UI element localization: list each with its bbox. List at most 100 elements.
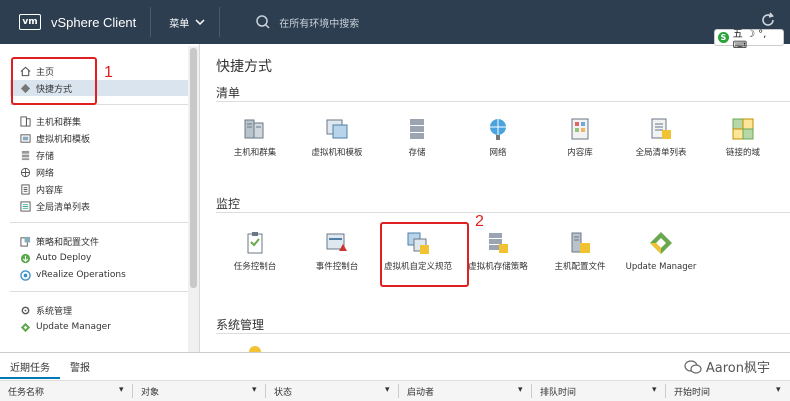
sidebar-item-content-library[interactable]: 内容库 xyxy=(20,181,63,197)
tile-label: 主机配置文件 xyxy=(554,262,606,272)
vm-icon xyxy=(20,133,31,143)
sidebar-item-label: 策略和配置文件 xyxy=(36,237,100,248)
vmware-logo[interactable]: vm xyxy=(19,14,41,30)
app-title: vSphere Client xyxy=(51,14,137,30)
tile-event-console[interactable]: 事件控制台 xyxy=(300,230,374,272)
network-icon xyxy=(490,119,506,140)
event-console-icon xyxy=(326,233,347,251)
tile-vm-storage-policies[interactable]: 虚拟机存储策略 xyxy=(461,230,535,272)
hosts-icon xyxy=(20,115,31,127)
main-content: 快捷方式 清单 主机和群集 虚拟机和模板 存储 网络 内容库 全局清单列表 链接… xyxy=(200,44,790,352)
tile-label: 存储 xyxy=(408,148,426,158)
sidebar-item-label: 全局清单列表 xyxy=(36,202,91,213)
gear-icon xyxy=(249,346,261,352)
menu-button[interactable]: 菜单 xyxy=(169,15,205,30)
sidebar-item-network[interactable]: 网络 xyxy=(20,164,54,180)
search-input[interactable]: 在所有环境中搜索 xyxy=(279,15,359,30)
topbar-separator xyxy=(150,7,152,37)
annotation-number-2: 2 xyxy=(475,213,484,230)
sidebar-item-global-inventory[interactable]: 全局清单列表 xyxy=(20,198,90,214)
sidebar-item-vms-templates[interactable]: 虚拟机和模板 xyxy=(20,130,90,146)
filter-dropdown-icon[interactable]: ▾ xyxy=(119,385,124,395)
filter-dropdown-icon[interactable]: ▾ xyxy=(385,385,390,395)
sidebar-item-vrealize-operations[interactable]: vRealize Operations xyxy=(20,267,126,283)
sidebar-item-policies-profiles[interactable]: 策略和配置文件 xyxy=(20,233,99,249)
section-rule xyxy=(216,101,790,102)
sidebar-item-update-manager[interactable]: Update Manager xyxy=(20,319,111,335)
tile-label: 内容库 xyxy=(567,148,593,158)
column-label: 排队时间 xyxy=(540,388,577,398)
tab-alarms[interactable]: 警报 xyxy=(60,353,100,379)
global-inventory-icon xyxy=(651,118,671,139)
tile-storage[interactable]: 存储 xyxy=(380,116,454,158)
network-icon xyxy=(20,167,31,177)
tile-linked-domains[interactable]: 链接的域 xyxy=(706,116,780,158)
linked-domains-icon xyxy=(732,118,754,140)
column-separator xyxy=(665,384,666,398)
tile-global-inventory[interactable]: 全局清单列表 xyxy=(624,116,698,158)
watermark: Aaron枫宇 xyxy=(684,357,770,376)
global-search[interactable]: 在所有环境中搜索 xyxy=(255,14,359,30)
sidebar-item-label: Update Manager xyxy=(36,322,111,332)
tile-label: 网络 xyxy=(489,148,507,158)
update-manager-icon xyxy=(650,232,672,254)
storage-policy-icon xyxy=(489,233,508,253)
bottom-tabs: 近期任务 警报 xyxy=(0,353,100,379)
column-target[interactable]: 对象 xyxy=(141,385,159,398)
watermark-text: Aaron枫宇 xyxy=(705,361,770,376)
tile-update-manager[interactable]: Update Manager xyxy=(624,230,698,272)
list-icon xyxy=(20,200,31,212)
sidebar-item-label: 内容库 xyxy=(36,185,64,196)
column-separator xyxy=(531,384,532,398)
tile-task-console[interactable]: 任务控制台 xyxy=(218,230,292,272)
sidebar-item-label: 系统管理 xyxy=(36,306,73,317)
sidebar-item-administration[interactable]: 系统管理 xyxy=(20,302,72,318)
filter-dropdown-icon[interactable]: ▾ xyxy=(518,385,523,395)
auto-deploy-icon xyxy=(20,253,31,263)
section-title-inventory: 清单 xyxy=(216,86,241,100)
section-rule xyxy=(216,333,790,334)
vrealize-icon xyxy=(20,269,31,281)
tile-host-profiles[interactable]: 主机配置文件 xyxy=(543,230,617,272)
sidebar-item-storage[interactable]: 存储 xyxy=(20,147,54,163)
sidebar-item-hosts-clusters[interactable]: 主机和群集 xyxy=(20,113,81,129)
tab-recent-tasks[interactable]: 近期任务 xyxy=(0,353,60,379)
vms-templates-icon xyxy=(326,119,348,139)
tile-hosts-clusters[interactable]: 主机和群集 xyxy=(218,116,292,158)
policy-icon xyxy=(20,236,31,247)
tile-label: 虚拟机和模板 xyxy=(311,148,363,158)
column-status[interactable]: 状态 xyxy=(274,385,292,398)
tile-content-library[interactable]: 内容库 xyxy=(543,116,617,158)
filter-dropdown-icon[interactable]: ▾ xyxy=(252,385,257,395)
filter-dropdown-icon[interactable]: ▾ xyxy=(652,385,657,395)
sidebar-divider xyxy=(10,291,188,292)
column-label: 对象 xyxy=(141,388,160,398)
column-label: 开始时间 xyxy=(674,388,711,398)
bottom-panel: 近期任务 警报 任务名称 ▾ 对象 ▾ 状态 ▾ 启动者 ▾ 排队时间 ▾ 开始… xyxy=(0,352,790,401)
section-rule xyxy=(216,212,790,213)
sidebar-scroll-thumb[interactable] xyxy=(190,48,197,288)
column-task-name[interactable]: 任务名称 xyxy=(8,385,44,398)
sidebar-item-label: 存储 xyxy=(36,151,55,162)
search-icon xyxy=(256,15,270,29)
sort-dropdown-icon[interactable]: ▾ xyxy=(776,385,781,395)
column-queued-for[interactable]: 排队时间 xyxy=(540,385,576,398)
column-separator xyxy=(398,384,399,398)
tile-network[interactable]: 网络 xyxy=(461,116,535,158)
column-separator xyxy=(265,384,266,398)
tile-label: 任务控制台 xyxy=(233,262,277,272)
wechat-icon xyxy=(684,359,702,374)
top-bar: vm vSphere Client 菜单 在所有环境中搜索 xyxy=(0,0,790,44)
menu-label: 菜单 xyxy=(169,18,190,30)
tile-label: 事件控制台 xyxy=(315,262,359,272)
sidebar-item-label: 主机和群集 xyxy=(36,117,82,128)
section-title-administration: 系统管理 xyxy=(216,318,265,332)
tile-vms-templates[interactable]: 虚拟机和模板 xyxy=(300,116,374,158)
sidebar-item-auto-deploy[interactable]: Auto Deploy xyxy=(20,250,91,266)
column-initiator[interactable]: 启动者 xyxy=(407,385,434,398)
sidebar-item-label: Auto Deploy xyxy=(36,253,92,263)
column-start-time[interactable]: 开始时间 xyxy=(674,385,710,398)
update-manager-icon xyxy=(20,322,31,332)
storage-icon xyxy=(21,150,30,160)
tile-label: Update Manager xyxy=(625,262,697,272)
